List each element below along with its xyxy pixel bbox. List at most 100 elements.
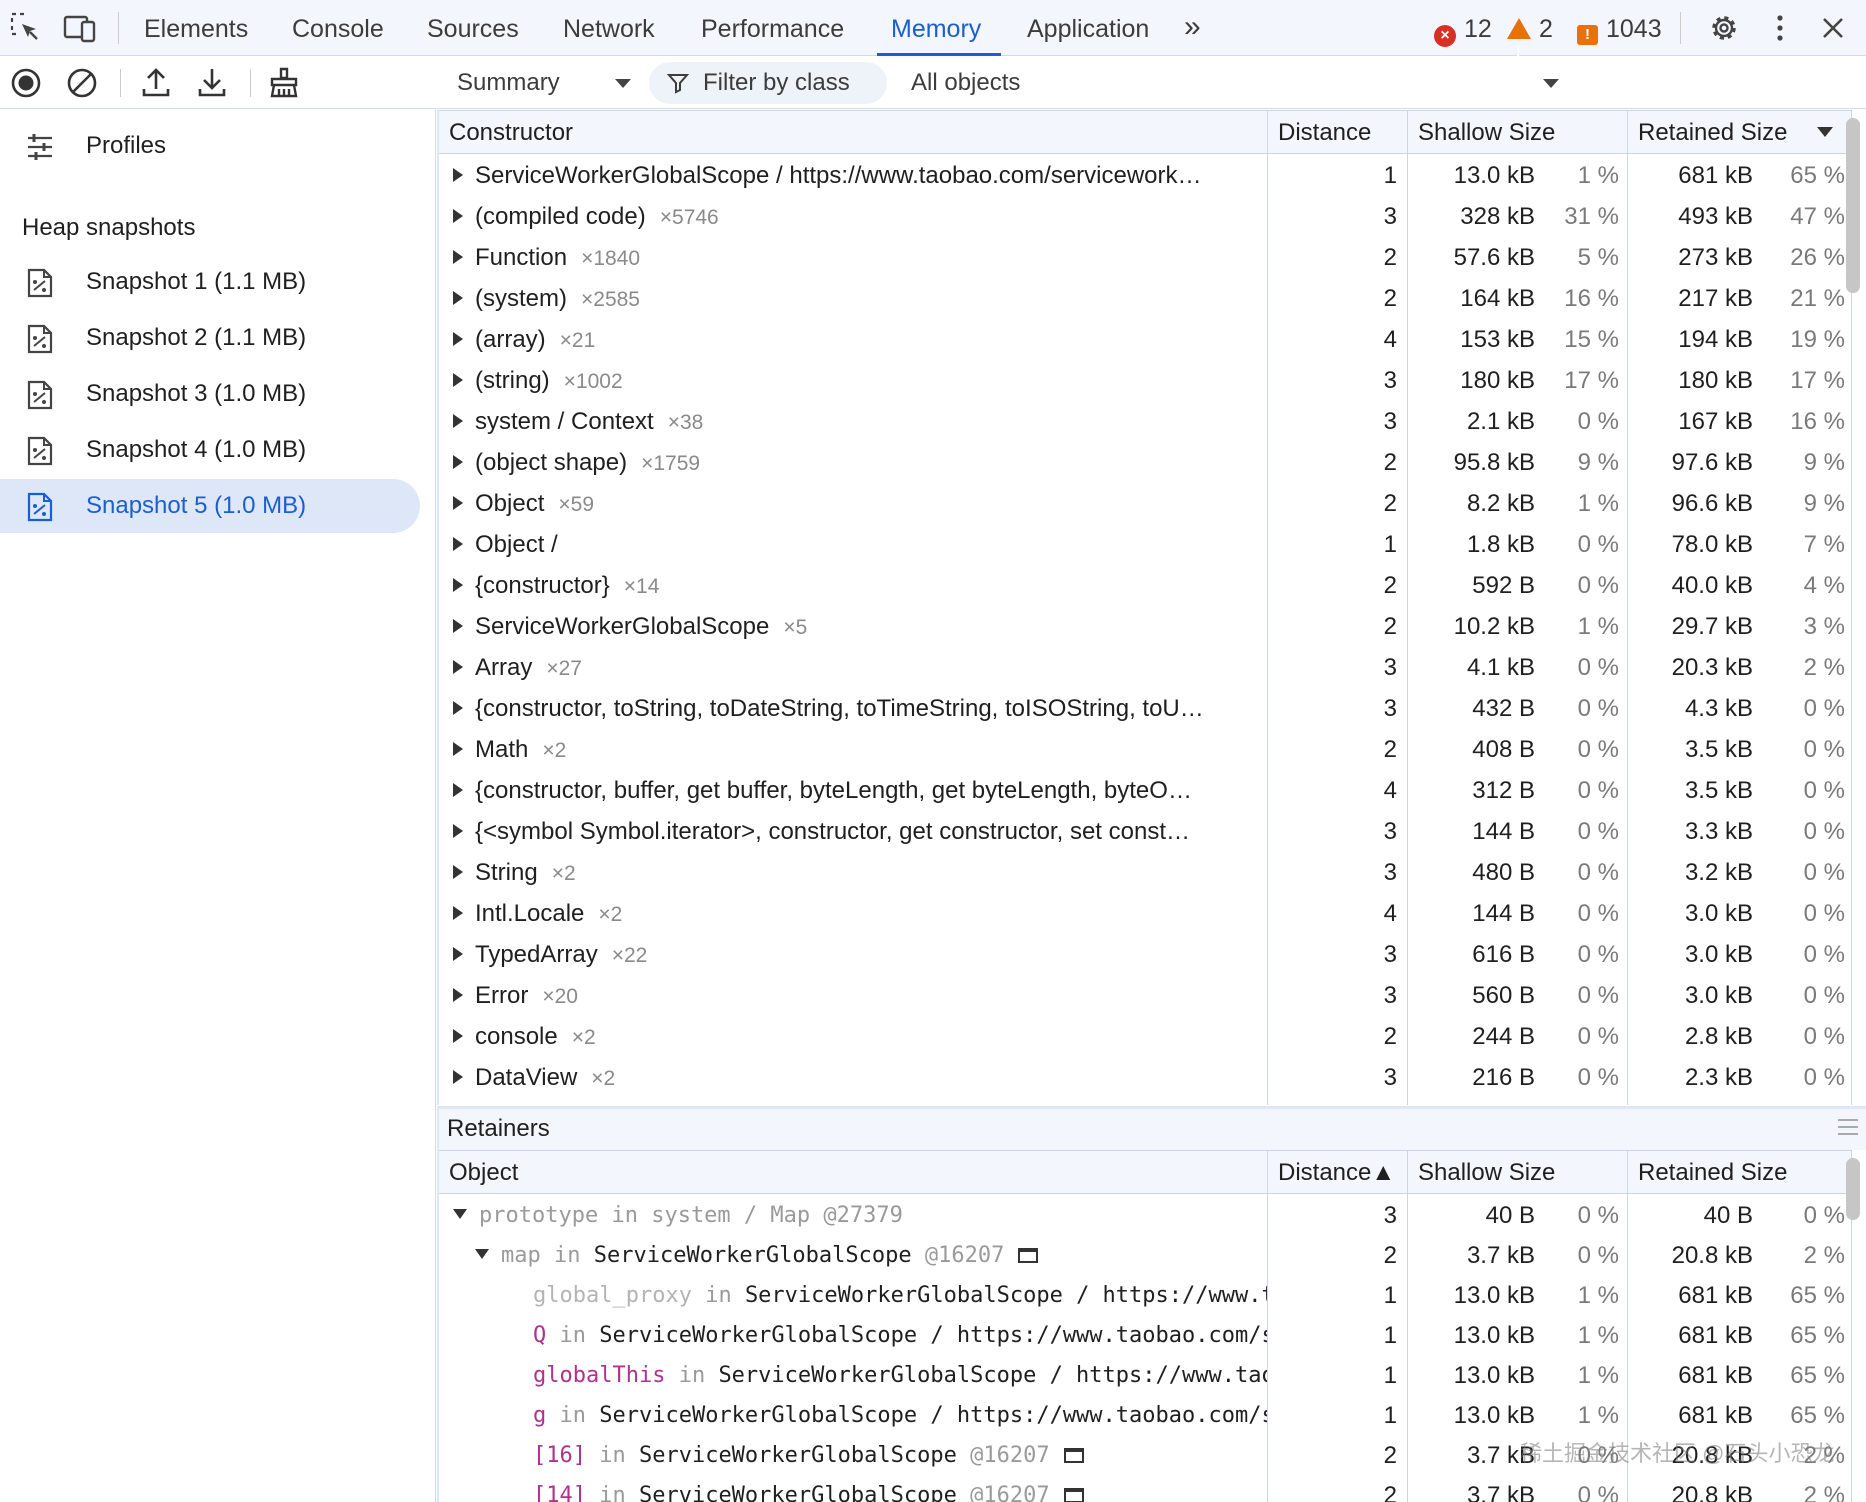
table-row[interactable]: ServiceWorkerGlobalScope ×5 2 10.2 kB 1 % 29.…	[439, 606, 1851, 647]
expand-arrow-icon[interactable]	[453, 824, 463, 838]
snapshot-item[interactable]: Snapshot 2 (1.1 MB)	[0, 311, 420, 365]
expand-arrow-icon[interactable]	[453, 619, 463, 633]
table-row[interactable]: Intl.Locale ×2 4 144 B 0 % 3.0 kB 0 %	[439, 893, 1851, 934]
header-retained-size[interactable]: Retained Size	[1638, 1151, 1787, 1195]
objects-select[interactable]: All objects	[911, 62, 1559, 104]
header-distance[interactable]: Distance▲	[1278, 1151, 1395, 1195]
snapshot-item[interactable]: Snapshot 1 (1.1 MB)	[0, 255, 420, 309]
reveal-in-panel-icon[interactable]	[1018, 1248, 1039, 1263]
tab-performance[interactable]: Performance	[701, 0, 844, 56]
expand-arrow-icon[interactable]	[453, 373, 463, 387]
table-row[interactable]: (object shape) ×1759 2 95.8 kB 9 % 97.6 kB 9 %	[439, 442, 1851, 483]
expand-arrow-icon[interactable]	[453, 455, 463, 469]
header-object[interactable]: Object	[449, 1151, 518, 1195]
header-constructor[interactable]: Constructor	[449, 111, 573, 155]
filter-by-class-input[interactable]: Filter by class	[649, 62, 887, 104]
clear-icon[interactable]	[62, 63, 102, 103]
table-row[interactable]: (compiled code) ×5746 3 328 kB 31 % 493 kB 47 …	[439, 196, 1851, 237]
table-row[interactable]: Function ×1840 2 57.6 kB 5 % 273 kB 26 %	[439, 237, 1851, 278]
header-shallow-size[interactable]: Shallow Size	[1418, 1151, 1555, 1195]
reveal-in-panel-icon[interactable]	[1063, 1448, 1084, 1463]
record-icon[interactable]	[6, 63, 46, 103]
snapshot-item[interactable]: Snapshot 4 (1.0 MB)	[0, 423, 420, 477]
table-row[interactable]: g in ServiceWorkerGlobalScope / https://…	[439, 1395, 1851, 1436]
issues-count-badge[interactable]: ! 1043	[1577, 0, 1662, 56]
table-row[interactable]: {constructor, buffer, get buffer, byteLe…	[439, 770, 1851, 811]
table-row[interactable]: global_proxy in ServiceWorkerGlobalScope…	[439, 1275, 1851, 1316]
tab-network[interactable]: Network	[563, 0, 655, 56]
tab-console[interactable]: Console	[292, 0, 384, 56]
table-row[interactable]: DataView ×2 3 216 B 0 % 2.3 kB 0 %	[439, 1057, 1851, 1098]
profiles-settings-row[interactable]: Profiles	[0, 119, 420, 173]
expand-arrow-icon[interactable]	[453, 332, 463, 346]
table-row[interactable]: globalThis in ServiceWorkerGlobalScope /…	[439, 1355, 1851, 1396]
expand-arrow-icon[interactable]	[453, 742, 463, 756]
header-shallow-size[interactable]: Shallow Size	[1418, 111, 1555, 155]
retained-size-cell: 493 kB	[1678, 203, 1753, 230]
expand-arrow-icon[interactable]	[453, 906, 463, 920]
expand-arrow-icon[interactable]	[453, 1029, 463, 1043]
table-row[interactable]: Object ×59 2 8.2 kB 1 % 96.6 kB 9 %	[439, 483, 1851, 524]
table-row[interactable]: ServiceWorkerGlobalScope / https://www.t…	[439, 155, 1851, 196]
expand-arrow-icon[interactable]	[453, 578, 463, 592]
tab-application[interactable]: Application	[1027, 0, 1149, 56]
expand-arrow-icon[interactable]	[453, 988, 463, 1002]
collapse-arrow-icon[interactable]	[475, 1249, 489, 1259]
table-row[interactable]: prototype in system / Map @27379 3 40 B 0 %…	[439, 1195, 1851, 1236]
constructors-scrollbar[interactable]	[1846, 118, 1860, 293]
device-toggle-icon[interactable]	[62, 10, 98, 46]
download-icon[interactable]	[192, 63, 232, 103]
more-tabs-button[interactable]: »	[1184, 0, 1201, 56]
expand-arrow-icon[interactable]	[453, 865, 463, 879]
expand-arrow-icon[interactable]	[453, 291, 463, 305]
expand-arrow-icon[interactable]	[453, 250, 463, 264]
table-row[interactable]: Array ×27 3 4.1 kB 0 % 20.3 kB 2 %	[439, 647, 1851, 688]
expand-arrow-icon[interactable]	[453, 537, 463, 551]
table-row[interactable]: String ×2 3 480 B 0 % 3.2 kB 0 %	[439, 852, 1851, 893]
table-row[interactable]: Q in ServiceWorkerGlobalScope / https://…	[439, 1315, 1851, 1356]
snapshot-item[interactable]: Snapshot 3 (1.0 MB)	[0, 367, 420, 421]
expand-arrow-icon[interactable]	[453, 783, 463, 797]
table-row[interactable]: (string) ×1002 3 180 kB 17 % 180 kB 17 %	[439, 360, 1851, 401]
table-row[interactable]: map in ServiceWorkerGlobalScope @16207 2 3…	[439, 1235, 1851, 1276]
table-row[interactable]: (system) ×2585 2 164 kB 16 % 217 kB 21 %	[439, 278, 1851, 319]
table-row[interactable]: (array) ×21 4 153 kB 15 % 194 kB 19 %	[439, 319, 1851, 360]
retainers-scrollbar[interactable]	[1846, 1158, 1860, 1220]
snapshot-item-selected[interactable]: Snapshot 5 (1.0 MB)	[0, 479, 420, 533]
expand-arrow-icon[interactable]	[453, 947, 463, 961]
upload-icon[interactable]	[136, 63, 176, 103]
expand-arrow-icon[interactable]	[453, 1070, 463, 1084]
table-row[interactable]: Math ×2 2 408 B 0 % 3.5 kB 0 %	[439, 729, 1851, 770]
expand-arrow-icon[interactable]	[453, 209, 463, 223]
header-distance[interactable]: Distance	[1278, 111, 1371, 155]
close-icon[interactable]	[1815, 10, 1851, 46]
table-row[interactable]: {constructor} ×14 2 592 B 0 % 40.0 kB 4 %	[439, 565, 1851, 606]
table-row[interactable]: Object / 1 1.8 kB 0 % 78.0 kB 7 %	[439, 524, 1851, 565]
reveal-in-panel-icon[interactable]	[1063, 1488, 1084, 1502]
collapse-arrow-icon[interactable]	[453, 1209, 467, 1219]
tab-elements[interactable]: Elements	[144, 0, 248, 56]
inspect-element-icon[interactable]	[8, 10, 44, 46]
expand-arrow-icon[interactable]	[453, 414, 463, 428]
tab-sources[interactable]: Sources	[427, 0, 519, 56]
more-options-icon[interactable]	[1762, 10, 1798, 46]
header-retained-size[interactable]: Retained Size	[1638, 111, 1787, 155]
expand-arrow-icon[interactable]	[453, 168, 463, 182]
collect-garbage-icon[interactable]	[264, 63, 304, 103]
tab-memory[interactable]: Memory	[876, 0, 1002, 56]
warning-count-badge[interactable]: 2	[1507, 0, 1553, 80]
table-row[interactable]: TypedArray ×22 3 616 B 0 % 3.0 kB 0 %	[439, 934, 1851, 975]
table-row[interactable]: system / Context ×38 3 2.1 kB 0 % 167 kB 16 %	[439, 401, 1851, 442]
expand-arrow-icon[interactable]	[453, 701, 463, 715]
view-select[interactable]: Summary	[457, 62, 637, 104]
table-row[interactable]: {constructor, toString, toDateString, to…	[439, 688, 1851, 729]
table-row[interactable]: {<symbol Symbol.iterator>, constructor, …	[439, 811, 1851, 852]
table-row[interactable]: Error ×20 3 560 B 0 % 3.0 kB 0 %	[439, 975, 1851, 1016]
drag-handle-icon[interactable]	[1838, 1119, 1858, 1135]
expand-arrow-icon[interactable]	[453, 660, 463, 674]
table-row[interactable]: [14] in ServiceWorkerGlobalScope @16207 2…	[439, 1475, 1851, 1502]
settings-gear-icon[interactable]	[1706, 10, 1742, 46]
table-row[interactable]: console ×2 2 244 B 0 % 2.8 kB 0 %	[439, 1016, 1851, 1057]
expand-arrow-icon[interactable]	[453, 496, 463, 510]
error-count-badge[interactable]: × 12	[1434, 0, 1492, 56]
